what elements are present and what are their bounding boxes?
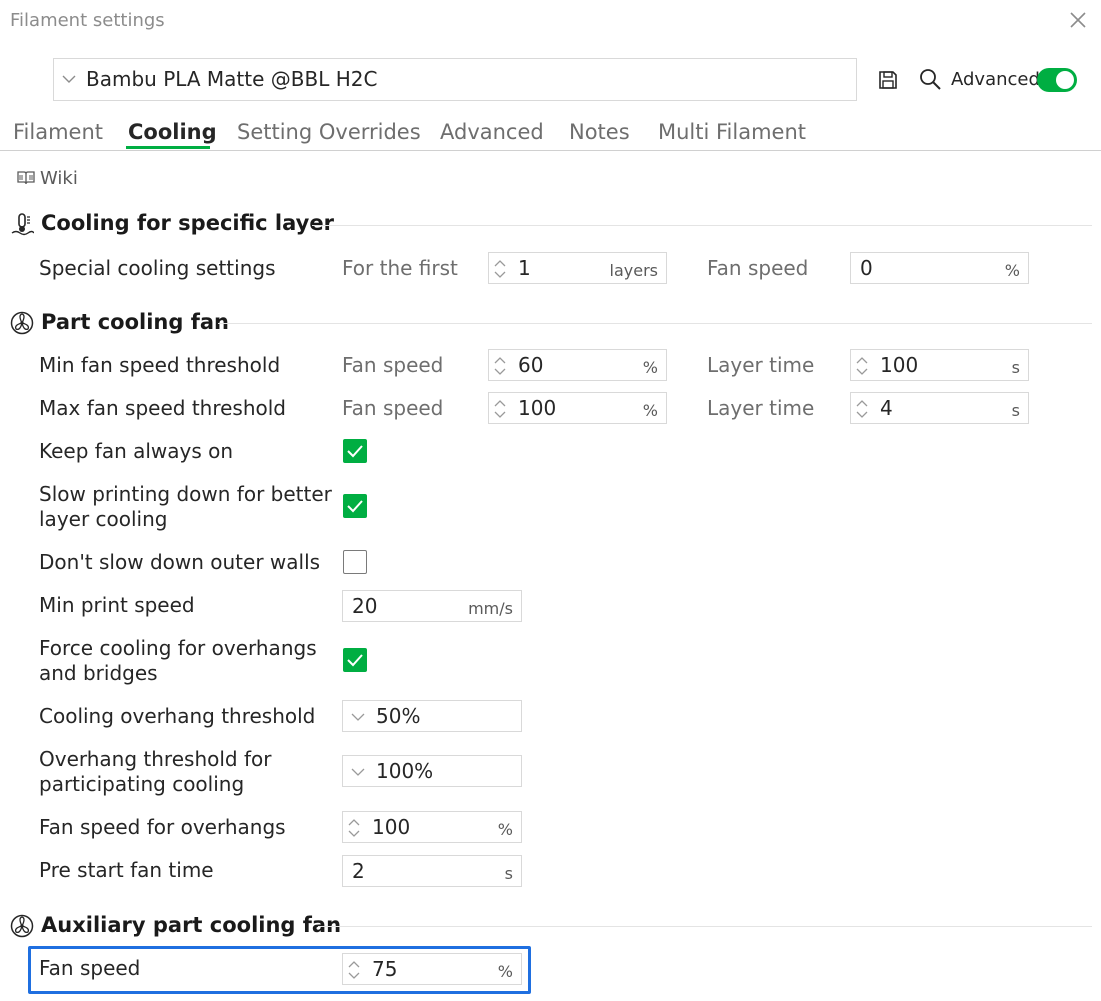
fan-icon: [10, 311, 34, 335]
keep-fan-on-label: Keep fan always on: [39, 439, 234, 463]
chevron-down-icon: [351, 713, 365, 721]
section-divider: [312, 225, 1092, 226]
tab-advanced[interactable]: Advanced: [440, 120, 544, 144]
spinner-icon[interactable]: [493, 257, 507, 281]
section-divider: [318, 926, 1092, 927]
max-fan-speed-label: Fan speed: [342, 396, 444, 420]
dont-slow-outer-checkbox[interactable]: [343, 550, 367, 574]
chevron-down-icon: [62, 75, 76, 83]
force-cooling-checkbox[interactable]: [343, 648, 367, 672]
spinner-icon[interactable]: [347, 816, 361, 840]
tab-notes[interactable]: Notes: [569, 120, 630, 144]
tab-setting-overrides[interactable]: Setting Overrides: [237, 120, 421, 144]
tab-filament[interactable]: Filament: [13, 120, 103, 144]
min-layer-time-input[interactable]: 100 s: [850, 349, 1029, 381]
min-fan-speed-input[interactable]: 60 %: [488, 349, 667, 381]
special-layers-input[interactable]: 1 layers: [488, 252, 667, 284]
section-divider: [218, 323, 1092, 324]
special-fan-speed-label: Fan speed: [707, 256, 809, 280]
window-title: Filament settings: [10, 10, 165, 31]
min-print-speed-label: Min print speed: [39, 593, 195, 617]
max-fan-speed-input[interactable]: 100 %: [488, 392, 667, 424]
fan-icon: [10, 914, 34, 938]
section-title-aux-fan: Auxiliary part cooling fan: [41, 913, 342, 937]
save-icon[interactable]: [877, 69, 899, 91]
max-layer-time-label: Layer time: [707, 396, 815, 420]
thermometer-icon: [11, 213, 34, 236]
participating-label-line1: Overhang threshold for: [39, 747, 272, 771]
active-tab-indicator: [126, 146, 210, 149]
advanced-toggle[interactable]: [1037, 68, 1077, 92]
search-icon[interactable]: [918, 67, 942, 91]
tab-multi-filament[interactable]: Multi Filament: [658, 120, 806, 144]
overhang-fan-speed-input[interactable]: 100 %: [342, 811, 522, 843]
checkmark-icon: [347, 654, 363, 667]
advanced-toggle-label: Advanced: [951, 69, 1040, 90]
force-cooling-label-line2: and bridges: [39, 661, 158, 685]
max-layer-time-input[interactable]: 4 s: [850, 392, 1029, 424]
slow-down-label-line2: layer cooling: [39, 507, 168, 531]
aux-fan-speed-input[interactable]: 75 %: [342, 953, 522, 985]
chevron-down-icon: [351, 768, 365, 776]
preset-name: Bambu PLA Matte @BBL H2C: [86, 67, 378, 91]
min-fan-speed-label: Fan speed: [342, 353, 444, 377]
tab-cooling[interactable]: Cooling: [128, 120, 217, 144]
participating-label-line2: participating cooling: [39, 772, 245, 796]
min-print-speed-input[interactable]: 20 mm/s: [342, 590, 522, 622]
section-title-part-fan: Part cooling fan: [41, 310, 229, 334]
min-fan-threshold-label: Min fan speed threshold: [39, 353, 281, 377]
keep-fan-on-checkbox[interactable]: [343, 439, 367, 463]
slow-down-checkbox[interactable]: [343, 494, 367, 518]
min-layer-time-label: Layer time: [707, 353, 815, 377]
pre-start-fan-label: Pre start fan time: [39, 858, 214, 882]
special-cooling-label: Special cooling settings: [39, 256, 276, 280]
checkmark-icon: [347, 500, 363, 513]
tabs-divider: [0, 150, 1101, 151]
overhang-threshold-dropdown[interactable]: 50%: [342, 700, 522, 732]
aux-fan-speed-label: Fan speed: [39, 956, 141, 980]
book-icon[interactable]: [16, 170, 36, 186]
participating-threshold-dropdown[interactable]: 100%: [342, 755, 522, 787]
force-cooling-label-line1: Force cooling for overhangs: [39, 636, 317, 660]
close-icon[interactable]: [1068, 10, 1088, 30]
overhang-fan-speed-label: Fan speed for overhangs: [39, 815, 286, 839]
spinner-icon[interactable]: [855, 397, 869, 421]
max-fan-threshold-label: Max fan speed threshold: [39, 396, 287, 420]
spinner-icon[interactable]: [493, 354, 507, 378]
spinner-icon[interactable]: [855, 354, 869, 378]
slow-down-label-line1: Slow printing down for better: [39, 482, 332, 506]
wiki-link[interactable]: Wiki: [40, 168, 78, 189]
checkmark-icon: [347, 445, 363, 458]
overhang-threshold-label: Cooling overhang threshold: [39, 704, 316, 728]
special-fan-speed-input[interactable]: 0 %: [850, 252, 1029, 284]
for-the-first-label: For the first: [342, 256, 458, 280]
spinner-icon[interactable]: [347, 958, 361, 982]
pre-start-fan-input[interactable]: 2 s: [342, 855, 522, 887]
section-title-specific-layer: Cooling for specific layer: [41, 211, 334, 235]
spinner-icon[interactable]: [493, 397, 507, 421]
dont-slow-outer-label: Don't slow down outer walls: [39, 550, 321, 574]
